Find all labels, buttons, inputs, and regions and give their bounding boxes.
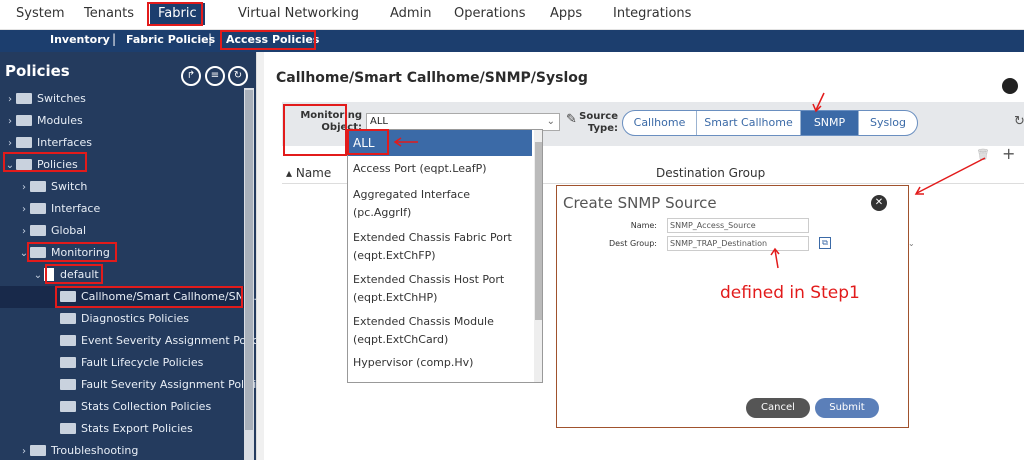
arrow <box>916 157 986 194</box>
annotation-arrows <box>393 92 986 269</box>
